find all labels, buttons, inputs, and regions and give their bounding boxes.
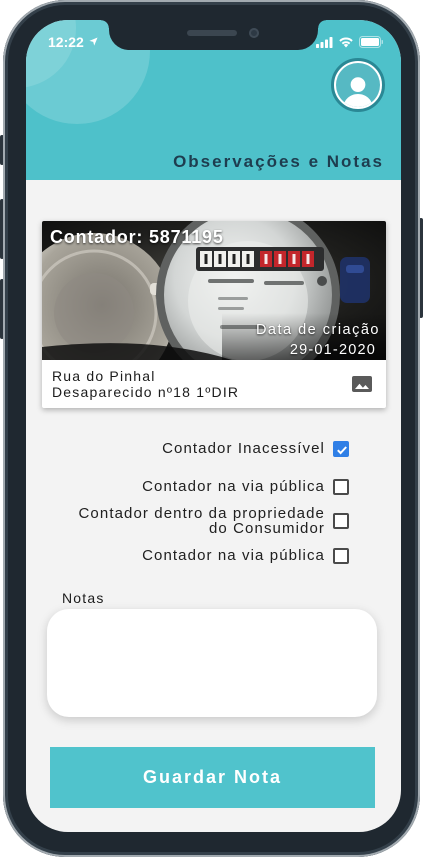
user-avatar-button[interactable]	[331, 58, 385, 112]
cellular-signal-icon	[316, 37, 333, 48]
street-name: Rua do Pinhal	[52, 368, 156, 384]
save-note-button[interactable]: Guardar Nota	[50, 747, 375, 808]
checklist-label: Contador na via pública	[142, 547, 325, 565]
status-time: 12:22	[48, 34, 84, 50]
image-icon[interactable]	[352, 376, 372, 392]
checklist-label: Contador Inacessível	[162, 440, 325, 458]
checklist-label: Contador na via pública	[142, 478, 325, 496]
location-arrow-icon	[89, 37, 98, 46]
checklist-label-line: do Consumidor	[208, 520, 325, 537]
meter-card[interactable]: Contador: 5871195 Data de criação 29-01-…	[42, 221, 386, 408]
checklist-label-line: Contador Inacessível	[162, 440, 325, 457]
battery-icon	[359, 36, 383, 48]
wifi-icon	[339, 37, 353, 48]
meter-photo[interactable]: Contador: 5871195 Data de criação 29-01-…	[42, 221, 386, 360]
checkbox[interactable]	[333, 513, 349, 529]
front-camera	[249, 28, 259, 38]
checklist-label: Contador dentro da propriedade do Consum…	[79, 506, 326, 536]
checkmark-icon	[337, 446, 347, 455]
address-detail: Desaparecido nº18 1ºDIR	[52, 384, 240, 400]
device-notch	[101, 20, 326, 50]
notes-textarea[interactable]	[47, 609, 377, 717]
checkbox[interactable]	[333, 548, 349, 564]
app-screen: Observações e Notas 12:22 Contador: 5871…	[26, 20, 401, 832]
checklist-item-public-road-2[interactable]: Contador na via pública	[142, 547, 349, 565]
meter-address: Rua do Pinhal Desaparecido nº18 1ºDIR	[42, 360, 386, 408]
checklist-item-consumer-property[interactable]: Contador dentro da propriedade do Consum…	[79, 506, 349, 536]
checklist-label-line: Contador dentro da propriedade	[78, 505, 325, 522]
page-title: Observações e Notas	[173, 152, 384, 171]
checkbox[interactable]	[333, 479, 349, 495]
checklist-item-inaccessible[interactable]: Contador Inacessível	[162, 440, 349, 458]
checklist-item-public-road[interactable]: Contador na via pública	[142, 478, 349, 496]
notes-label: Notas	[62, 590, 105, 606]
creation-date-label: Data de criação	[255, 322, 380, 338]
checklist-label-line: Contador na via pública	[142, 547, 325, 564]
creation-date-value: 29-01-2020	[289, 342, 376, 358]
checklist-label-line: Contador na via pública	[142, 478, 325, 495]
meter-counter-window	[196, 247, 324, 271]
earpiece-speaker	[187, 30, 237, 36]
user-avatar-icon	[336, 63, 380, 107]
counter-number: Contador: 5871195	[50, 227, 224, 247]
checkbox[interactable]	[333, 441, 349, 457]
